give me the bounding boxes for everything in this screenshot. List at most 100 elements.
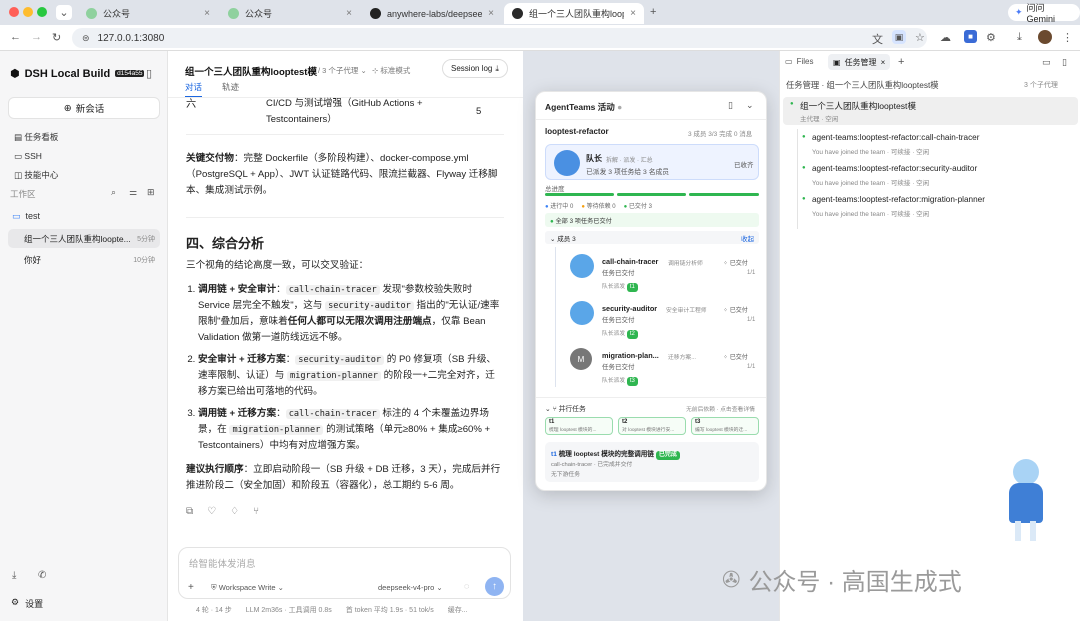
member-state: ⁘ 已交付	[723, 352, 748, 361]
address-bar[interactable]: ⊜ 127.0.0.1:3080	[72, 28, 927, 48]
add-panel-icon[interactable]: +	[898, 56, 904, 68]
close-tab-icon[interactable]: ×	[204, 8, 210, 19]
settings-button[interactable]: ⚙ 设置	[11, 597, 43, 610]
task-item-sub: You have joined the team · 可续接 · 空闲	[812, 180, 930, 187]
toggle-sidebar-icon[interactable]: ▯	[146, 67, 152, 80]
logo-icon: ⬢	[10, 68, 20, 80]
task-item[interactable]: ● agent-teams:looptest-refactor:security…	[802, 161, 1072, 189]
member-status: 任务已交付	[602, 364, 635, 371]
task-id: t2	[622, 419, 628, 425]
leader-mascot-avatar	[554, 150, 580, 176]
chat-item-active[interactable]: 组一个三人团队重构loopte... 5分钟	[8, 229, 160, 248]
translate-icon[interactable]: 文	[872, 31, 883, 47]
member-card[interactable]: call-chain-tracer 调用链分析师 任务已交付 队长派发 t1 ⁘…	[570, 252, 760, 292]
status-dot-icon: ●	[617, 102, 623, 112]
browser-tab-2[interactable]: 公众号 ×	[220, 3, 360, 24]
copy-icon[interactable]: ⧉	[186, 504, 193, 516]
tab-trajectory[interactable]: 轨迹	[222, 81, 239, 93]
member-card[interactable]: M migration-plan... 迁移方案... 任务已交付 队长派发 t…	[570, 346, 760, 386]
phone-icon[interactable]: ✆	[38, 570, 46, 581]
task-chip-t3[interactable]: t3 编写 looptest 模块的迁...	[691, 417, 759, 435]
profile-avatar[interactable]	[1038, 30, 1052, 44]
leader-card[interactable]: 队长 拆解 · 派发 · 汇总 已派发 3 项任务给 3 名成员 已收齐	[545, 144, 759, 180]
subagents-count[interactable]: / 3 个子代理 ⌄	[318, 65, 367, 76]
workspace-write-selector[interactable]: ⛨ Workspace Write ⌄	[211, 583, 284, 593]
extension-badge-icon[interactable]: ■	[964, 30, 977, 43]
new-folder-icon[interactable]: ⊞	[147, 187, 155, 198]
chat-item[interactable]: 你好 10分钟	[8, 250, 160, 269]
browser-tab-4-active[interactable]: 组一个三人团队重构looptest模 ×	[504, 3, 644, 24]
thumbs-up-icon[interactable]: ♡	[207, 504, 216, 516]
parallel-tasks-header[interactable]: ⌄ ⑂ 并行任务	[545, 403, 586, 413]
task-badge[interactable]: t3	[626, 377, 638, 386]
version-badge: d154a55	[115, 70, 145, 77]
cast-icon[interactable]: ▣	[892, 30, 906, 44]
task-item-title: 组一个三人团队重构looptest模	[800, 101, 917, 111]
collapse-link[interactable]: 收起	[741, 233, 754, 243]
task-item-main[interactable]: ● 组一个三人团队重构looptest模 主代理 · 空闲	[783, 97, 1078, 125]
browser-tab-1[interactable]: 公众号 ×	[78, 3, 218, 24]
task-manager-header: 任务管理 · 组一个三人团队重构looptest模	[786, 80, 939, 90]
members-toggle[interactable]: ⌄ 成员 3 收起	[545, 231, 759, 244]
site-info-icon[interactable]: ⊜	[82, 33, 90, 44]
team-stats: 3 成员 3/3 完成 0 消息	[688, 131, 753, 138]
task-item[interactable]: ● agent-teams:looptest-refactor:call-cha…	[802, 130, 1072, 158]
panel-title-label: AgentTeams 活动	[545, 102, 615, 112]
browser-tab-3[interactable]: anywhere-labs/deepseek-ha ×	[362, 3, 502, 24]
split-icon[interactable]: ▯	[1062, 57, 1067, 68]
folder-test[interactable]: ▭ test	[12, 211, 40, 222]
extensions-puzzle-icon[interactable]: ⚙	[986, 31, 996, 44]
task-text: 梳理 looptest 模块的...	[549, 428, 597, 433]
task-badge[interactable]: t1	[626, 283, 638, 292]
sidebar-item-skills[interactable]: ◫ 技能中心	[14, 166, 58, 185]
tab-list-icon[interactable]: ⌄	[56, 5, 72, 20]
detail-id: t1	[551, 451, 557, 458]
cloud-icon[interactable]: ☁	[940, 31, 951, 44]
thumbs-down-icon[interactable]: ♢	[230, 504, 239, 516]
task-chip-t1[interactable]: t1 梳理 looptest 模块的...	[545, 417, 613, 435]
member-card[interactable]: security-auditor 安全审计工程师 任务已交付 队长派发 t2 ⁘…	[570, 299, 760, 339]
mode-indicator[interactable]: ⊹ 标准模式	[372, 65, 410, 76]
forward-icon[interactable]: →	[31, 31, 42, 43]
download-app-icon[interactable]: ⤓	[12, 570, 16, 581]
model-selector[interactable]: deepseek-v4-pro ⌄	[378, 583, 443, 592]
task-item-title: agent-teams:looptest-refactor:call-chain…	[812, 133, 980, 142]
expand-panel-icon[interactable]: ▯	[728, 100, 733, 111]
bookmark-star-icon[interactable]: ☆	[915, 31, 925, 44]
sidebar-item-ssh[interactable]: ▭ SSH	[14, 147, 58, 166]
close-window-button[interactable]	[9, 7, 19, 17]
new-chat-button[interactable]: ⊕ 新会话	[8, 97, 160, 119]
reload-icon[interactable]: ↻	[52, 31, 61, 44]
collapse-chevron-icon[interactable]: ⌄	[746, 100, 754, 111]
session-log-button[interactable]: Session log ⤓	[442, 59, 508, 78]
download-icon[interactable]: ⤓	[1017, 31, 1022, 44]
branch-icon[interactable]: ⑂	[253, 504, 259, 516]
close-tab-icon[interactable]: ×	[488, 8, 494, 19]
filter-icon[interactable]: ⚌	[129, 187, 137, 198]
sidebar-item-task-board[interactable]: ▤ 任务看板	[14, 128, 58, 147]
close-tab-icon[interactable]: ×	[881, 58, 886, 67]
legend-label: 等待依赖 0	[586, 204, 616, 210]
app-favicon-icon	[512, 8, 523, 19]
new-tab-icon[interactable]: +	[650, 6, 656, 18]
tab-files[interactable]: ▭ Files	[785, 57, 813, 66]
task-badge[interactable]: t2	[626, 330, 638, 339]
member-dispatch: 队长派发 t3	[602, 375, 638, 386]
close-tab-icon[interactable]: ×	[346, 8, 352, 19]
attach-plus-icon[interactable]: +	[188, 582, 194, 593]
tab-task-manager[interactable]: ▣ 任务管理 ×	[828, 54, 891, 70]
dock-icon[interactable]: ▭	[1042, 57, 1051, 68]
message-input[interactable]: 给智能体发消息	[189, 556, 256, 570]
back-icon[interactable]: ←	[10, 31, 21, 43]
task-item[interactable]: ● agent-teams:looptest-refactor:migratio…	[802, 192, 1072, 220]
ask-gemini-button[interactable]: ✦ 问问 Gemini	[1008, 3, 1080, 24]
send-button[interactable]: ↑	[485, 577, 504, 596]
minimize-window-button[interactable]	[23, 7, 33, 17]
task-chip-t2[interactable]: t2 对 looptest 模块进行安...	[618, 417, 686, 435]
more-menu-icon[interactable]: ⋮	[1062, 31, 1073, 44]
close-tab-icon[interactable]: ×	[630, 8, 636, 19]
maximize-window-button[interactable]	[37, 7, 47, 17]
search-icon[interactable]: ⌕	[111, 187, 116, 198]
legend-delivered: ● 已交付 3	[623, 204, 652, 210]
legend-label: 已交付 3	[628, 204, 652, 210]
